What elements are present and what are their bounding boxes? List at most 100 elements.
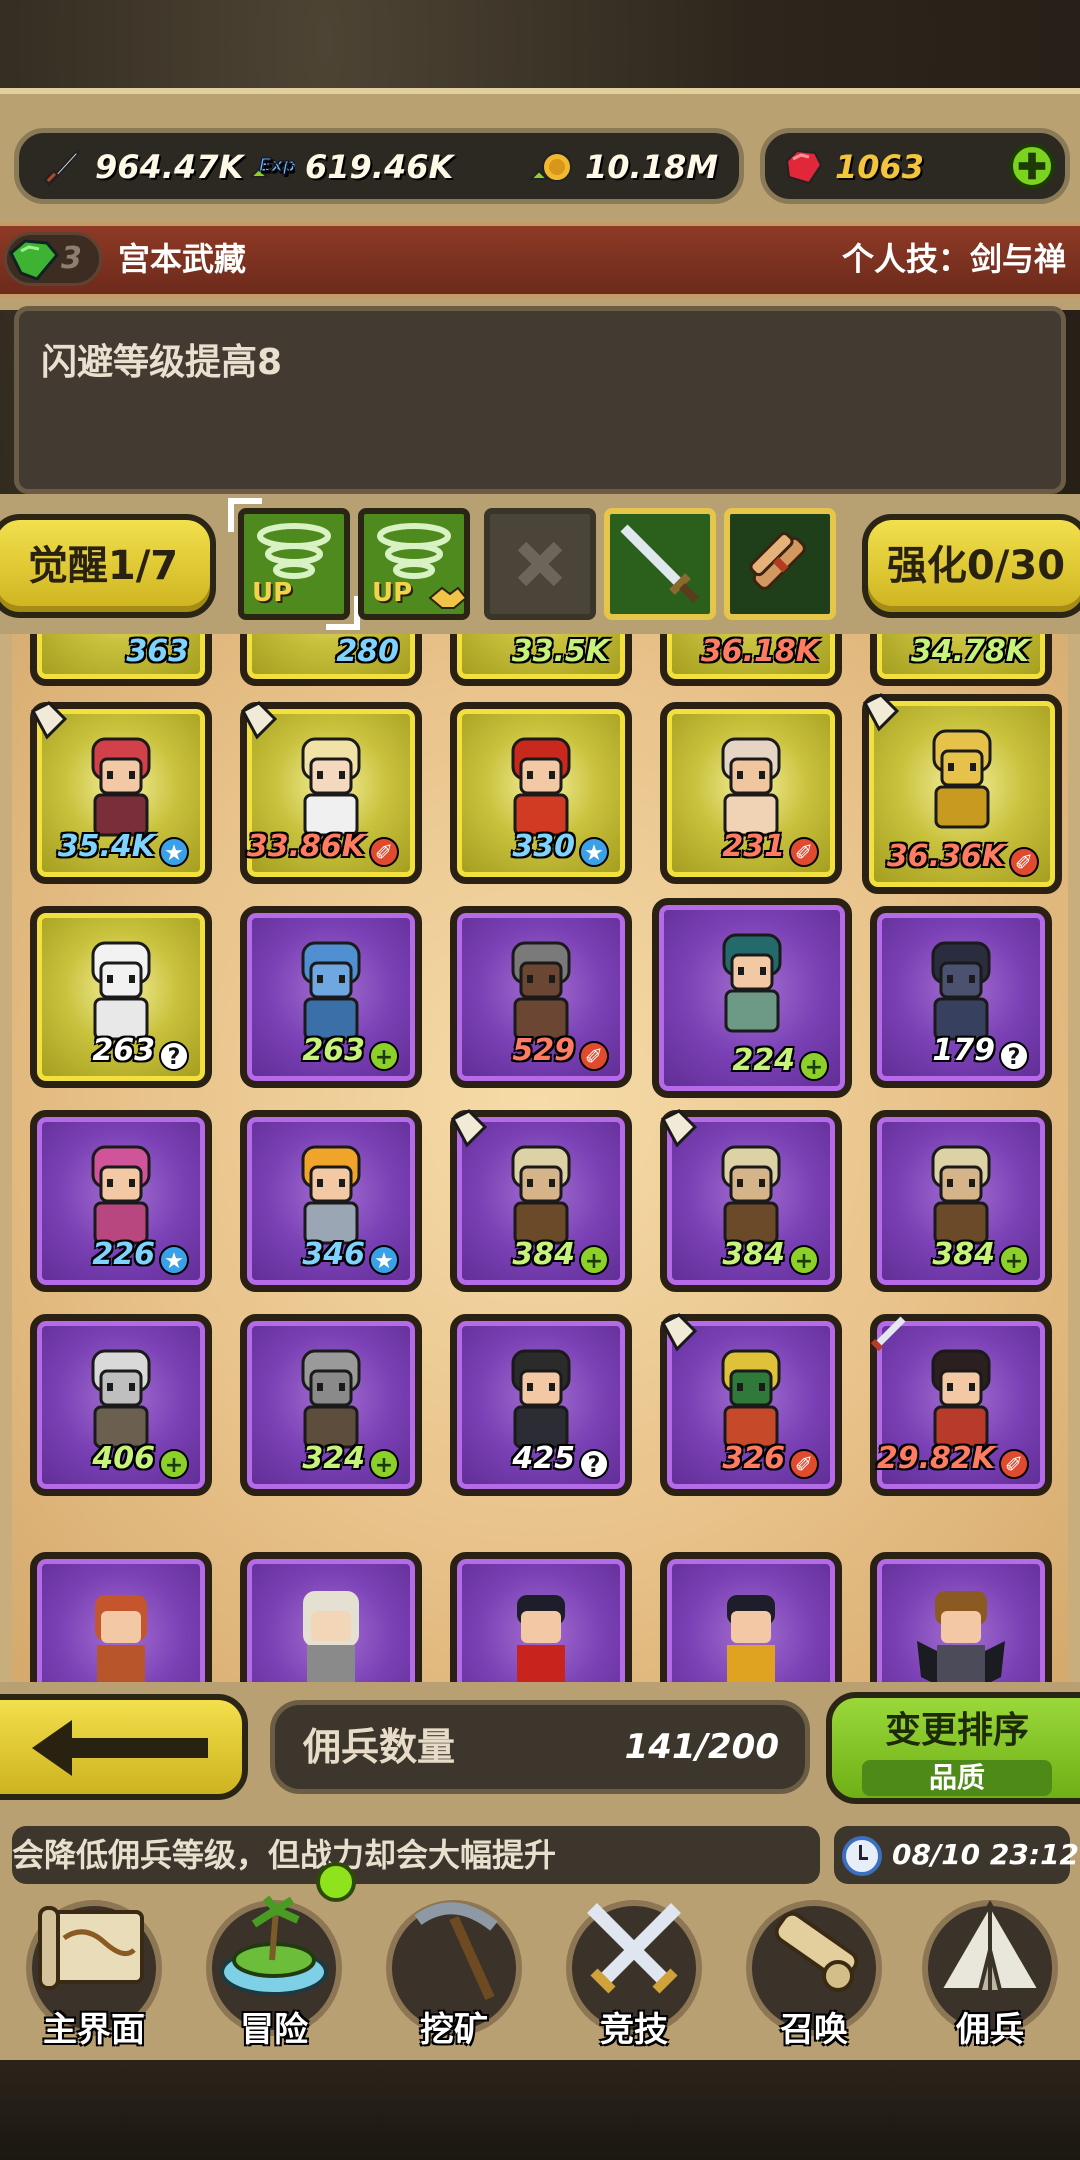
upgrade-slot-2[interactable]: UP	[358, 508, 470, 620]
exp-icon-text: Exp	[259, 155, 295, 176]
hero-skill: 个人技：剑与禅	[841, 240, 1066, 278]
mercenary-card[interactable]: 226 ★	[30, 1110, 212, 1292]
paper-tag-icon	[30, 701, 68, 740]
mercenary-power-value: 324	[302, 1441, 365, 1476]
mercenary-power: 231 ✐	[722, 829, 819, 867]
mercenary-portrait	[91, 1349, 151, 1449]
mercenary-card[interactable]: 29.82K ✐	[870, 1314, 1052, 1496]
mercenary-card[interactable]: 231 ✐	[660, 702, 842, 884]
mercenary-portrait	[303, 1591, 359, 1682]
mercenary-power: 36.36K ✐	[887, 839, 1039, 877]
mercenary-card[interactable]: 406 +	[30, 1314, 212, 1496]
mercenary-card[interactable]: 36.18K	[660, 634, 842, 686]
mercenary-power-value: 179	[932, 1033, 995, 1068]
mercenary-portrait	[301, 1349, 361, 1449]
upgrade-slot-1[interactable]: UP	[228, 498, 360, 630]
red-class-badge-icon: ✐	[369, 837, 399, 867]
mercenary-portrait	[511, 941, 571, 1041]
mercenary-card[interactable]: 529 ✐	[450, 906, 632, 1088]
mercenary-power: 529 ✐	[512, 1033, 609, 1071]
mercenary-card[interactable]: 330 ★	[450, 702, 632, 884]
nav-main[interactable]: 主界面	[4, 1890, 184, 2060]
mercenary-portrait	[517, 1595, 565, 1682]
mercenary-card[interactable]	[660, 1552, 842, 1682]
nav-label: 挖矿	[420, 2010, 488, 2050]
nav-label: 佣兵	[956, 2010, 1024, 2050]
back-button[interactable]	[0, 1694, 248, 1800]
mercenary-card[interactable]: 263?	[30, 906, 212, 1088]
mercenary-card[interactable]: 263 +	[240, 906, 422, 1088]
mercenary-power-value: 326	[722, 1441, 785, 1476]
mercenary-count-value: 141/200	[624, 1727, 779, 1767]
mercenary-card[interactable]: 224 +	[652, 898, 852, 1098]
sort-button-label: 变更排序	[884, 1710, 1029, 1751]
nav-arena[interactable]: 竞技	[544, 1890, 724, 2060]
mercenary-card[interactable]: 346 ★	[240, 1110, 422, 1292]
green-gem-icon	[9, 239, 59, 281]
mercenary-card[interactable]	[30, 1552, 212, 1682]
mercenary-power: 35.4K ★	[58, 829, 189, 867]
empty-slot[interactable]	[484, 508, 596, 620]
mercenary-count-label: 佣兵数量	[303, 1725, 456, 1769]
up-tag: UP	[372, 578, 413, 608]
sort-mode-label: 品质	[862, 1760, 1052, 1796]
skill-slot-sword[interactable]	[604, 508, 716, 620]
mercenary-card[interactable]: 35.4K ★	[30, 701, 212, 884]
mercenary-card[interactable]: 33.5K	[450, 634, 632, 686]
mercenary-portrait	[932, 729, 992, 829]
mercenary-card[interactable]: 363	[30, 634, 212, 686]
mercenary-card[interactable]	[450, 1552, 632, 1682]
add-gems-button[interactable]	[1009, 143, 1055, 189]
mercenary-portrait	[931, 1145, 991, 1245]
nav-label: 主界面	[43, 2010, 145, 2050]
white-class-badge-icon: ?	[579, 1449, 609, 1479]
enhance-button[interactable]: 强化0/30	[862, 514, 1080, 618]
green-class-badge-icon: +	[579, 1245, 609, 1275]
paper-tag-icon	[862, 693, 900, 732]
mercenary-power: 29.82K ✐	[877, 1441, 1029, 1479]
skill-slot-scroll[interactable]	[724, 508, 836, 620]
attack-value: 964.47K	[95, 148, 244, 186]
mercenary-card[interactable]: 384 +	[450, 1109, 632, 1292]
red-class-badge-icon: ✐	[789, 1449, 819, 1479]
nav-adventure[interactable]: 冒险	[184, 1890, 364, 2060]
mercenary-card[interactable]: 384 +	[660, 1109, 842, 1292]
ticker-text: 会降低佣兵等级，但战力却会大幅提升	[12, 1836, 557, 1874]
mercenary-power-value: 330	[512, 829, 575, 864]
mercenary-card[interactable]: 425?	[450, 1314, 632, 1496]
mercenary-portrait	[722, 933, 782, 1033]
island-icon	[220, 1895, 328, 1996]
mercenary-power-value: 384	[722, 1237, 785, 1272]
nav-summon[interactable]: 召唤	[724, 1890, 904, 2060]
clock: 08/10 23:12	[834, 1826, 1079, 1884]
nav-mining[interactable]: 挖矿	[364, 1890, 544, 2060]
sword-icon	[43, 148, 82, 187]
mercenary-power-value: 35.4K	[57, 829, 155, 864]
dagger-tag-icon	[870, 1316, 906, 1352]
mercenary-card[interactable]: 384 +	[870, 1110, 1052, 1292]
mercenary-card[interactable]: 34.78K	[870, 634, 1052, 686]
mercenary-card[interactable]	[240, 1552, 422, 1682]
mercenary-card[interactable]: 33.86K ✐	[240, 701, 422, 884]
mercenary-card[interactable]: 36.36K ✐	[862, 693, 1062, 894]
mercenary-power: 384 +	[512, 1237, 609, 1275]
mercenary-portrait	[91, 737, 151, 837]
mercenary-card[interactable]: 179?	[870, 906, 1052, 1088]
mercenary-portrait	[727, 1595, 775, 1682]
nav-label: 冒险	[240, 2010, 308, 2050]
mercenary-power: 224 +	[732, 1043, 829, 1081]
mercenary-card[interactable]: 324 +	[240, 1314, 422, 1496]
mercenary-portrait	[721, 1145, 781, 1245]
mercenary-card[interactable]: 326 ✐	[660, 1313, 842, 1496]
nav-mercenary[interactable]: 佣兵	[900, 1890, 1080, 2060]
sort-button[interactable]: 变更排序 品质	[826, 1692, 1080, 1804]
blue-class-badge-icon: ★	[159, 1245, 189, 1275]
paper-tag-icon	[660, 1313, 698, 1352]
mercenary-card[interactable]: 280	[240, 634, 422, 686]
awaken-button[interactable]: 觉醒1/7	[0, 514, 216, 618]
mercenary-power: 33.86K ✐	[247, 829, 399, 867]
mercenary-power-value: 224	[732, 1043, 795, 1078]
mercenary-card[interactable]	[870, 1552, 1052, 1682]
nav-label: 竞技	[600, 2010, 668, 2050]
mercenary-power-value: 33.86K	[246, 829, 365, 864]
